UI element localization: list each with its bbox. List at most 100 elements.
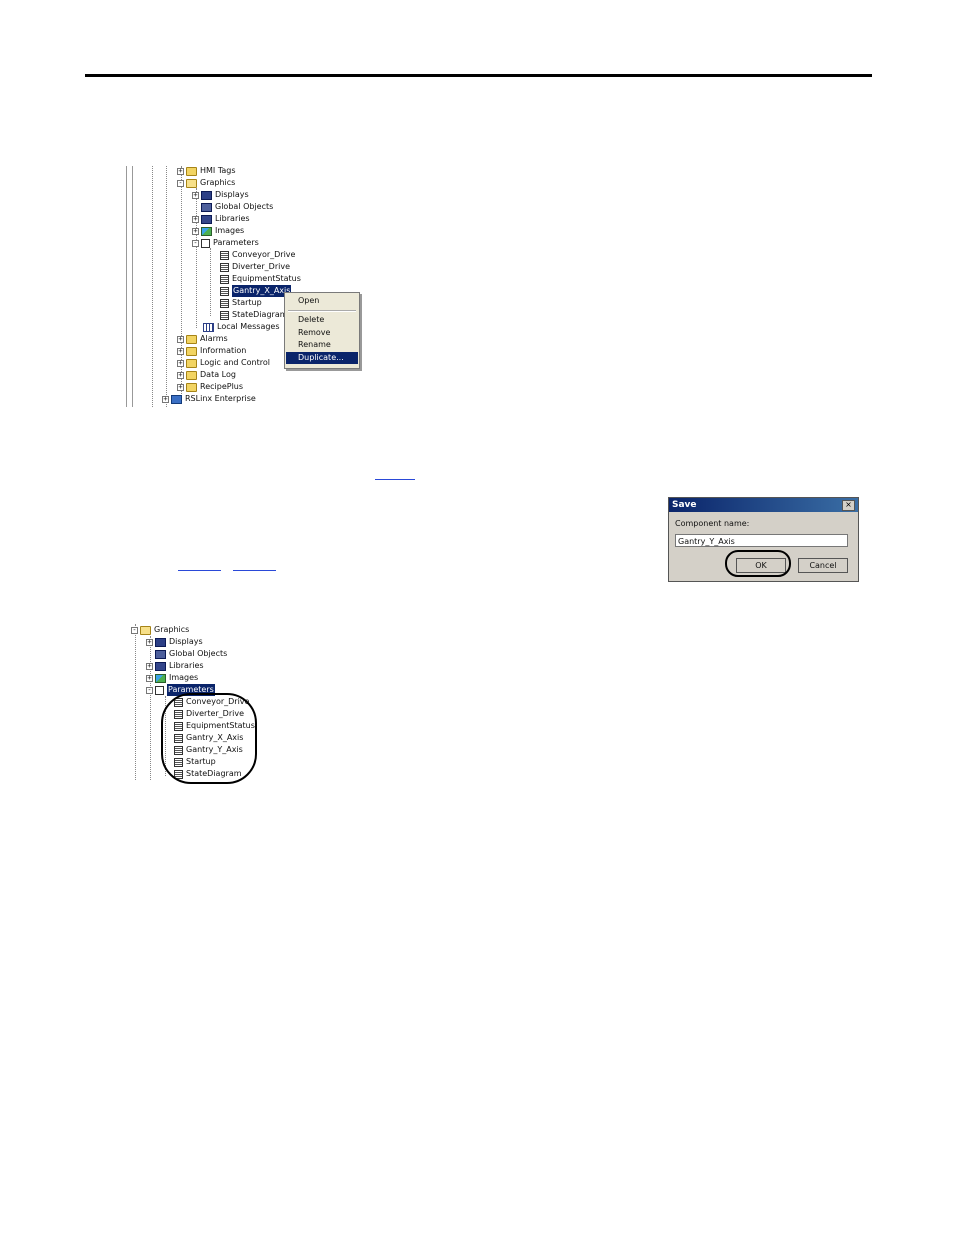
tree-item-label: Images (215, 226, 245, 235)
menu-item-remove[interactable]: Remove (286, 327, 358, 339)
folder-icon (186, 166, 197, 176)
menu-item-open[interactable]: Open (286, 295, 358, 307)
folder-open-icon (186, 178, 197, 188)
dialog-title: Save (672, 500, 697, 510)
expand-icon[interactable]: + (177, 347, 184, 355)
document-icon (220, 274, 229, 284)
tree-item-images[interactable]: + Images (146, 672, 198, 684)
tree-item-graphics[interactable]: - Graphics (131, 624, 189, 636)
tree-item-label: Startup (232, 298, 262, 307)
tree-item-displays[interactable]: + Displays (146, 636, 203, 648)
folder-icon (186, 370, 197, 380)
expand-icon[interactable]: + (146, 638, 153, 646)
tree-item-label: Gantry_X_Axis (232, 285, 292, 297)
tree-item-parameter[interactable]: Startup (220, 297, 262, 309)
collapse-icon[interactable]: - (131, 626, 138, 634)
tree-item-libraries[interactable]: + Libraries (192, 213, 250, 225)
tree-item-displays[interactable]: + Displays (192, 189, 249, 201)
images-icon (155, 673, 166, 683)
menu-item-delete[interactable]: Delete (286, 314, 358, 326)
displays-icon (201, 190, 212, 200)
global-objects-icon (155, 649, 166, 659)
link-underline[interactable] (375, 479, 415, 480)
tree-item-information[interactable]: + Information (177, 345, 246, 357)
tree-item-label: EquipmentStatus (232, 274, 301, 283)
libraries-icon (155, 661, 166, 671)
expand-icon[interactable]: + (146, 662, 153, 670)
folder-icon (186, 358, 197, 368)
expand-icon[interactable]: + (177, 383, 184, 391)
tree-item-label: Displays (215, 190, 249, 199)
close-icon[interactable]: × (842, 500, 855, 511)
tree-item-parameter-selected[interactable]: Gantry_X_Axis (220, 285, 292, 297)
images-icon (201, 226, 212, 236)
parameters-icon (201, 238, 210, 248)
component-name-input[interactable]: Gantry_Y_Axis (675, 534, 848, 547)
folder-icon (186, 382, 197, 392)
collapse-icon[interactable]: - (177, 179, 184, 187)
tree-item-label: Images (169, 673, 199, 682)
cancel-button[interactable]: Cancel (798, 558, 848, 573)
tree-item-libraries[interactable]: + Libraries (146, 660, 204, 672)
tree-item-label: Alarms (200, 334, 228, 343)
expand-icon[interactable]: + (177, 371, 184, 379)
document-icon (220, 298, 229, 308)
tree-item-label: Global Objects (215, 202, 274, 211)
tree-item-parameter[interactable]: Conveyor_Drive (220, 249, 295, 261)
tree-item-graphics[interactable]: - Graphics (177, 177, 235, 189)
tree-item-parameter[interactable]: StateDiagram (220, 309, 288, 321)
expand-icon[interactable]: + (162, 395, 169, 403)
link-underline[interactable] (178, 570, 221, 571)
tree-item-alarms[interactable]: + Alarms (177, 333, 228, 345)
tree-item-label: RSLinx Enterprise (185, 394, 256, 403)
expand-icon[interactable]: + (192, 227, 199, 235)
local-messages-icon (203, 322, 214, 332)
tree-item-hmi-tags[interactable]: + HMI Tags (177, 165, 236, 177)
tree-item-recipeplus[interactable]: + RecipePlus (177, 381, 243, 393)
tree-item-images[interactable]: + Images (192, 225, 244, 237)
tree-item-label: Graphics (200, 178, 236, 187)
link-underline[interactable] (233, 570, 276, 571)
tree-item-data-log[interactable]: + Data Log (177, 369, 236, 381)
menu-item-duplicate[interactable]: Duplicate... (286, 352, 358, 364)
expand-icon[interactable]: + (192, 215, 199, 223)
tree-item-label: StateDiagram (232, 310, 288, 319)
menu-separator (288, 310, 356, 312)
tree-item-global-objects[interactable]: Global Objects (201, 201, 273, 213)
tree-item-rslinx-enterprise[interactable]: + RSLinx Enterprise (162, 393, 256, 405)
highlight-circle (725, 550, 791, 577)
tree-item-label: RecipePlus (200, 382, 244, 391)
tree-item-parameter[interactable]: Diverter_Drive (220, 261, 290, 273)
tree-item-label: Global Objects (169, 649, 228, 658)
tree-item-parameter[interactable]: EquipmentStatus (220, 273, 301, 285)
tree-item-global-objects[interactable]: Global Objects (155, 648, 227, 660)
expand-icon[interactable]: + (146, 674, 153, 682)
menu-item-rename[interactable]: Rename (286, 339, 358, 351)
expand-icon[interactable]: + (177, 167, 184, 175)
expand-icon[interactable]: + (177, 335, 184, 343)
collapse-icon[interactable]: - (146, 686, 153, 694)
tree-item-label: Diverter_Drive (232, 262, 291, 271)
folder-icon (186, 346, 197, 356)
tree-item-label: Local Messages (217, 322, 280, 331)
rslinx-icon (171, 394, 182, 404)
parameters-icon (155, 685, 164, 695)
tree-item-logic-and-control[interactable]: + Logic and Control (177, 357, 270, 369)
tree-item-label: Displays (169, 637, 203, 646)
tree-item-label: Graphics (154, 625, 190, 634)
document-icon (220, 286, 229, 296)
highlight-circle (161, 693, 257, 784)
tree-item-label: Libraries (169, 661, 204, 670)
libraries-icon (201, 214, 212, 224)
header-rule (85, 74, 872, 77)
expand-icon[interactable]: + (177, 359, 184, 367)
expand-icon[interactable]: + (192, 191, 199, 199)
tree-item-label: Parameters (213, 238, 259, 247)
tree-item-parameters[interactable]: - Parameters (192, 237, 259, 249)
tree-item-local-messages[interactable]: Local Messages (203, 321, 280, 333)
dialog-titlebar: Save × (669, 498, 858, 512)
tree-item-label: Conveyor_Drive (232, 250, 296, 259)
document-icon (220, 262, 229, 272)
tree-item-label: Information (200, 346, 247, 355)
collapse-icon[interactable]: - (192, 239, 199, 247)
